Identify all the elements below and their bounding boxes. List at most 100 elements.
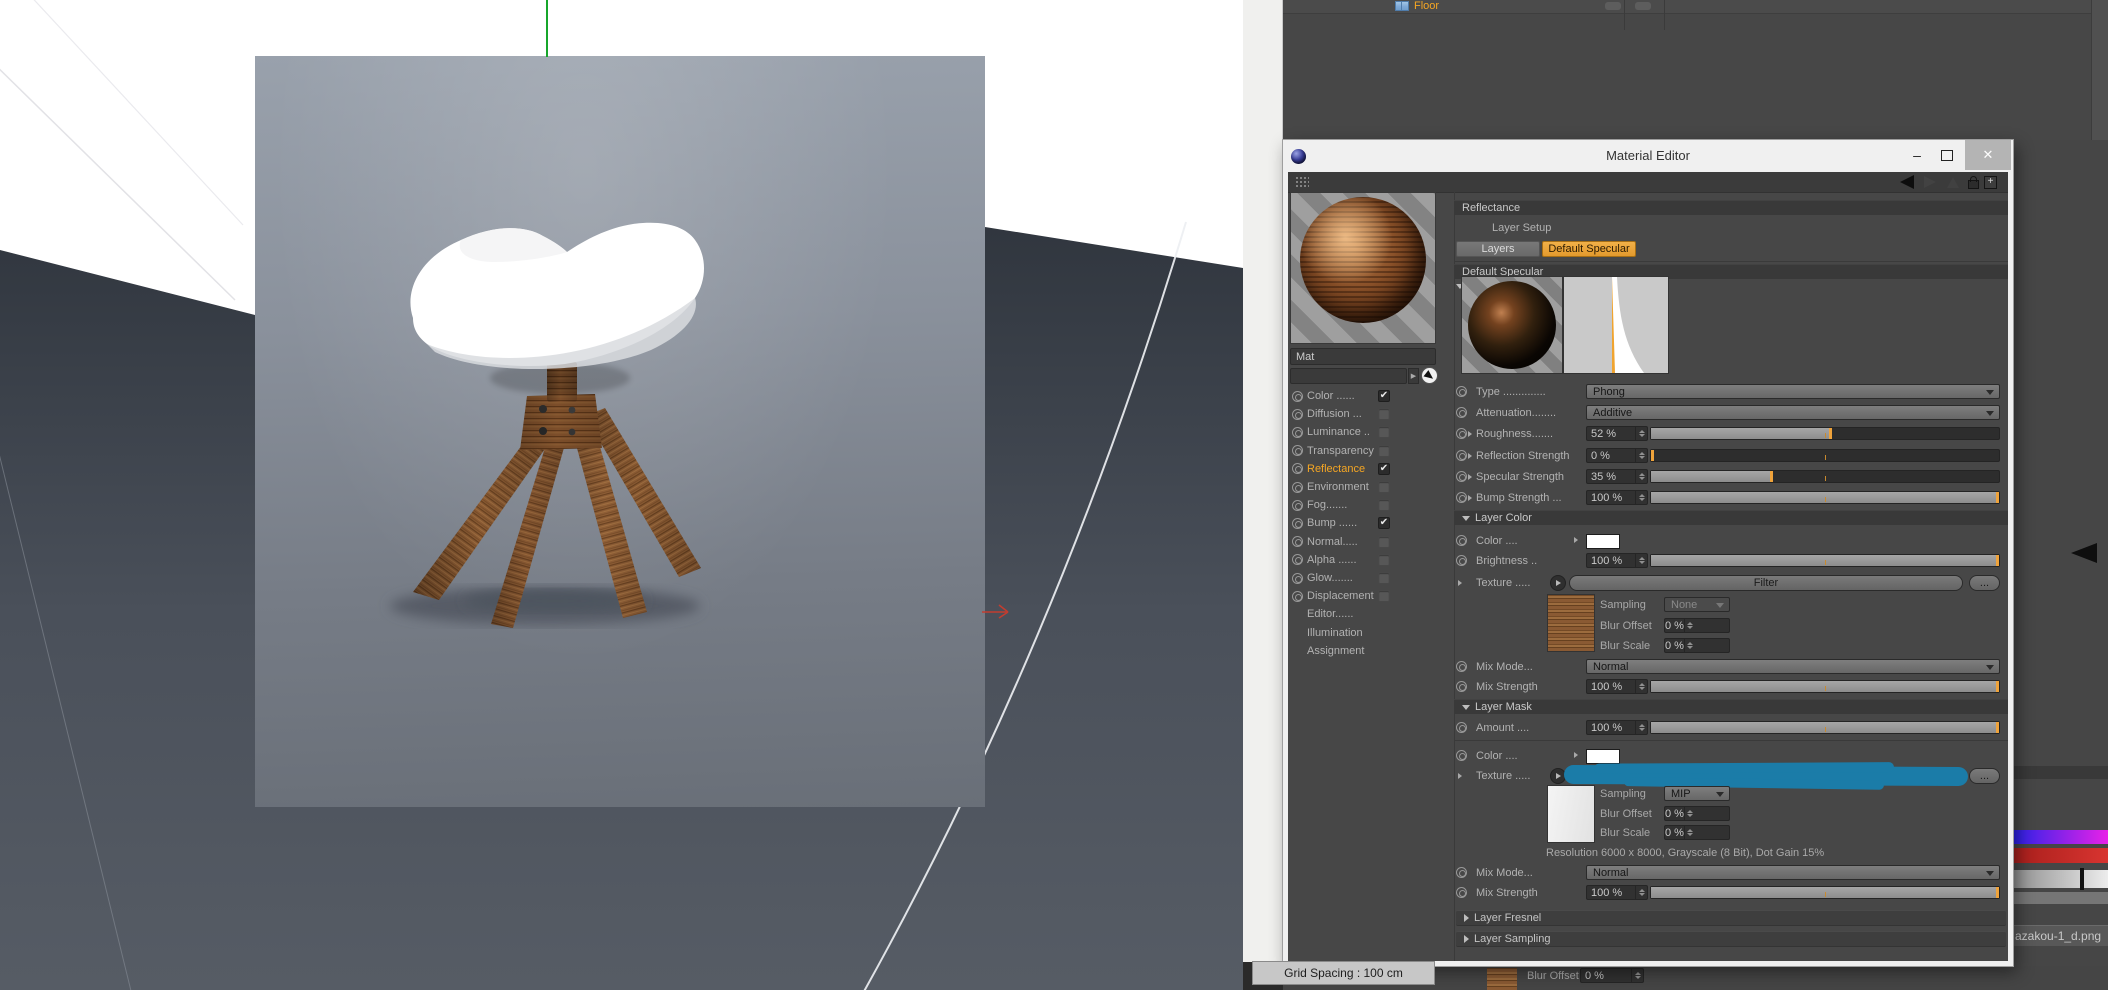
channel-checkbox[interactable] — [1378, 481, 1390, 493]
blur-scale-spinner[interactable]: 0 % — [1664, 825, 1730, 840]
texture-filename-button[interactable]: azakou-1_d.png — [2013, 925, 2108, 946]
radio-icon[interactable] — [1292, 590, 1303, 602]
channel-row-normal[interactable]: Normal..... — [1288, 534, 1454, 550]
radio-icon[interactable] — [1292, 572, 1303, 584]
channel-checkbox[interactable] — [1378, 535, 1390, 548]
stepper-arrows-icon[interactable] — [1683, 639, 1696, 652]
channel-checkbox[interactable] — [1378, 499, 1390, 512]
channel-checkbox[interactable] — [1378, 426, 1390, 439]
amount-slider[interactable] — [1650, 721, 2000, 734]
radio-icon[interactable] — [1292, 426, 1303, 438]
color-swatch[interactable] — [1586, 749, 1620, 764]
floor-object-label[interactable]: Floor — [1414, 0, 1439, 13]
mix-strength-slider[interactable] — [1650, 886, 2000, 899]
radio-icon[interactable] — [1456, 471, 1467, 482]
bump-strength-slider[interactable] — [1650, 491, 2000, 504]
mix-mode-dropdown[interactable]: Normal — [1586, 865, 2000, 880]
stepper-arrows-icon[interactable] — [1635, 491, 1647, 504]
render-toggle-icon[interactable] — [1635, 2, 1651, 10]
forward-arrow-icon[interactable] — [1920, 173, 1940, 191]
attenuation-dropdown[interactable]: Additive — [1586, 405, 2000, 420]
mix-strength-spinner[interactable]: 100 % — [1586, 885, 1648, 900]
channel-row-bump[interactable]: Bump ...... ✔ — [1288, 515, 1454, 531]
radio-icon[interactable] — [1456, 450, 1467, 461]
minimize-button[interactable]: – — [1903, 140, 1931, 170]
stepper-arrows-icon[interactable] — [1683, 619, 1696, 632]
channel-row-illumination[interactable]: Illumination — [1288, 625, 1454, 641]
blur-offset-spinner[interactable]: 0 % — [1664, 618, 1730, 633]
channel-checkbox[interactable] — [1378, 408, 1390, 421]
gradient-cursor[interactable] — [2080, 868, 2084, 890]
radio-icon[interactable] — [1456, 887, 1467, 898]
channel-row-displacement[interactable]: Displacement — [1288, 588, 1454, 604]
radio-icon[interactable] — [1292, 517, 1303, 529]
channel-checkbox[interactable] — [1378, 553, 1390, 566]
channel-row-diffusion[interactable]: Diffusion ... — [1288, 406, 1454, 422]
tab-default-specular[interactable]: Default Specular — [1542, 241, 1636, 257]
brightness-slider[interactable] — [1650, 554, 2000, 567]
reflection-strength-slider[interactable] — [1650, 449, 2000, 462]
stepper-arrows-icon[interactable] — [1635, 449, 1647, 462]
radio-icon[interactable] — [1456, 492, 1467, 503]
blur-offset-spinner[interactable]: 0 % — [1664, 806, 1730, 821]
radio-icon[interactable] — [1292, 481, 1303, 493]
viewport[interactable] — [0, 0, 1243, 990]
stepper-arrows-icon[interactable] — [1683, 807, 1696, 820]
channel-checkbox[interactable]: ✔ — [1378, 517, 1390, 530]
radio-icon[interactable] — [1292, 463, 1303, 475]
blur-scale-spinner[interactable]: 0 % — [1664, 638, 1730, 653]
maximize-button[interactable] — [1933, 140, 1961, 170]
radio-icon[interactable] — [1456, 555, 1467, 566]
bump-strength-spinner[interactable]: 100 % — [1586, 490, 1648, 505]
channel-checkbox[interactable] — [1378, 572, 1390, 584]
type-dropdown[interactable]: Phong — [1586, 384, 2000, 399]
radio-icon[interactable] — [1456, 867, 1467, 878]
reflection-strength-spinner[interactable]: 0 % — [1586, 448, 1648, 463]
radio-icon[interactable] — [1456, 661, 1467, 672]
object-row-floor[interactable]: Floor — [1283, 0, 2108, 14]
roughness-spinner[interactable]: 52 % — [1586, 426, 1648, 441]
sampling-dropdown[interactable]: MIP — [1664, 786, 1730, 801]
radio-icon[interactable] — [1292, 554, 1303, 566]
texture-play-button[interactable] — [1550, 575, 1566, 591]
radio-icon[interactable] — [1292, 445, 1303, 457]
stepper-arrows-icon[interactable] — [1635, 721, 1647, 734]
expander-icon[interactable] — [1468, 431, 1472, 437]
channel-checkbox[interactable] — [1378, 590, 1390, 603]
channel-row-reflectance[interactable]: Reflectance ✔ — [1288, 461, 1454, 477]
back-arrow-icon[interactable] — [1896, 173, 1918, 191]
nav-triangle-icon[interactable] — [1944, 173, 1962, 191]
radio-icon[interactable] — [1456, 386, 1467, 397]
channel-row-editor[interactable]: Editor...... — [1288, 606, 1454, 622]
stepper-arrows-icon[interactable] — [1683, 826, 1696, 839]
swatch-arrow-icon[interactable] — [1574, 537, 1578, 543]
channel-checkbox[interactable]: ✔ — [1378, 462, 1390, 475]
stepper-arrows-icon[interactable] — [1635, 427, 1647, 440]
radio-icon[interactable] — [1456, 750, 1467, 761]
radio-icon[interactable] — [1456, 535, 1467, 546]
mix-strength-slider[interactable] — [1650, 680, 2000, 693]
drag-grip-icon[interactable] — [1295, 176, 1309, 188]
new-material-icon[interactable]: + — [1983, 173, 1998, 191]
channel-row-transparency[interactable]: Transparency — [1288, 443, 1454, 459]
expander-icon[interactable] — [1468, 474, 1472, 480]
mix-strength-spinner[interactable]: 100 % — [1586, 679, 1648, 694]
channel-row-color[interactable]: Color ...... ✔ — [1288, 388, 1454, 404]
radio-icon[interactable] — [1456, 722, 1467, 733]
texture-browse-button[interactable]: ... — [1969, 575, 2000, 591]
stepper-arrows-icon[interactable] — [1635, 470, 1647, 483]
stepper-arrows-icon[interactable] — [1631, 969, 1643, 982]
expander-icon[interactable] — [1458, 773, 1462, 779]
channel-row-assignment[interactable]: Assignment — [1288, 643, 1454, 659]
radio-icon[interactable] — [1292, 390, 1303, 402]
stepper-arrows-icon[interactable] — [1635, 554, 1647, 567]
radio-icon[interactable] — [1456, 428, 1467, 439]
brightness-spinner[interactable]: 100 % — [1586, 553, 1648, 568]
close-button[interactable]: ✕ — [1965, 140, 2011, 170]
radio-icon[interactable] — [1292, 408, 1303, 420]
behind-blur-offset-spinner[interactable]: 0 % — [1580, 968, 1644, 983]
section-header-layer-sampling[interactable]: Layer Sampling — [1456, 931, 2006, 947]
channel-checkbox[interactable] — [1378, 444, 1390, 457]
color-swatch[interactable] — [1586, 534, 1620, 549]
section-header-layer-fresnel[interactable]: Layer Fresnel — [1456, 910, 2006, 926]
